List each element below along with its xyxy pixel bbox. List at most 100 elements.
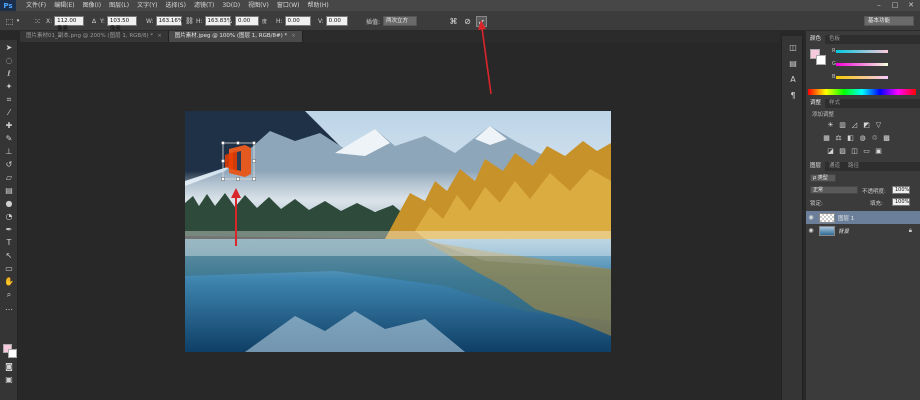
- tab-swatches[interactable]: 色板: [825, 35, 844, 44]
- maximize-button[interactable]: □: [890, 1, 900, 10]
- menu-file[interactable]: 文件(F): [22, 0, 50, 11]
- document-image[interactable]: [185, 111, 611, 352]
- relative-position-icon[interactable]: ∆: [90, 16, 98, 27]
- green-slider[interactable]: G: [832, 61, 914, 68]
- blend-mode-select[interactable]: 正常: [810, 186, 858, 194]
- invert-icon[interactable]: ◪: [826, 147, 835, 156]
- path-selection-tool-icon[interactable]: ↖: [3, 250, 15, 262]
- reference-point-locator[interactable]: ⁙: [32, 15, 43, 27]
- move-tool-icon[interactable]: ➤: [3, 42, 15, 54]
- tab-document-1[interactable]: 图片素材01_副本.png @ 200% (图层 1, RGB/8) * ×: [20, 31, 169, 42]
- tab-channels[interactable]: 通道: [825, 162, 844, 171]
- tool-preset-picker[interactable]: ⬚ ▾: [4, 15, 21, 27]
- vibrance-icon[interactable]: ▽: [874, 121, 883, 130]
- hue-saturation-icon[interactable]: ▦: [822, 134, 831, 143]
- tab-layers[interactable]: 图层: [806, 162, 826, 171]
- color-balance-icon[interactable]: ⚖: [834, 134, 843, 143]
- fill-field[interactable]: 100%: [892, 198, 910, 206]
- curves-icon[interactable]: ◿: [850, 121, 859, 130]
- clone-stamp-tool-icon[interactable]: ⊥: [3, 146, 15, 158]
- selective-color-icon[interactable]: ▣: [874, 147, 883, 156]
- panel-background-swatch[interactable]: [816, 55, 826, 65]
- exposure-icon[interactable]: ◩: [862, 121, 871, 130]
- x-field[interactable]: 112.00 像素: [54, 16, 85, 32]
- link-icon[interactable]: ⛓: [184, 16, 195, 27]
- layer-row[interactable]: ◉ 背景 🔒︎: [806, 224, 920, 237]
- menu-view[interactable]: 视图(V): [244, 0, 273, 11]
- history-brush-tool-icon[interactable]: ↺: [3, 159, 15, 171]
- blur-tool-icon[interactable]: ●: [3, 198, 15, 210]
- gradient-tool-icon[interactable]: ▤: [3, 185, 15, 197]
- background-color-swatch[interactable]: [8, 349, 17, 358]
- color-spectrum[interactable]: [808, 89, 916, 95]
- eye-icon[interactable]: ◉: [806, 227, 816, 234]
- posterize-icon[interactable]: ▨: [838, 147, 847, 156]
- color-lookup-icon[interactable]: ▩: [882, 134, 891, 143]
- collapsed-panel-dock: ◫ ▤ A ¶: [781, 36, 803, 400]
- gradient-map-icon[interactable]: ▭: [862, 147, 871, 156]
- tab-color[interactable]: 颜色: [806, 35, 826, 44]
- red-slider[interactable]: R: [832, 48, 914, 55]
- menu-type[interactable]: 文字(Y): [133, 0, 161, 11]
- menu-window[interactable]: 窗口(W): [273, 0, 304, 11]
- y-field[interactable]: 103.50 像素: [106, 16, 137, 32]
- more-tools-icon[interactable]: …: [3, 302, 15, 314]
- angle-field[interactable]: 0.00: [235, 16, 260, 26]
- opacity-field[interactable]: 100%: [892, 186, 910, 194]
- layer-row[interactable]: ◉ 图层 1: [806, 211, 920, 224]
- menu-image[interactable]: 图像(I): [79, 0, 105, 11]
- lasso-tool-icon[interactable]: ℓ: [3, 68, 15, 80]
- color-swatches[interactable]: [3, 344, 17, 358]
- hskew-field[interactable]: 0.00: [284, 16, 311, 26]
- menu-filter[interactable]: 滤镜(T): [190, 0, 218, 11]
- w-field[interactable]: 163.16%: [155, 16, 183, 26]
- vskew-field[interactable]: 0.00: [325, 16, 348, 26]
- eraser-tool-icon[interactable]: ▱: [3, 172, 15, 184]
- menu-edit[interactable]: 编辑(E): [50, 0, 78, 11]
- dodge-tool-icon[interactable]: ◔: [3, 211, 15, 223]
- paragraph-panel-icon[interactable]: ¶: [787, 90, 799, 102]
- cancel-transform-icon[interactable]: ⊘: [462, 16, 473, 27]
- threshold-icon[interactable]: ◫: [850, 147, 859, 156]
- workspace-select[interactable]: 基本功能: [864, 16, 914, 26]
- interpolation-select[interactable]: 两次立方: [383, 16, 418, 26]
- healing-brush-tool-icon[interactable]: ✚: [3, 120, 15, 132]
- tab-styles[interactable]: 样式: [825, 99, 844, 108]
- tab-adjustments[interactable]: 调整: [806, 99, 826, 108]
- tab-document-2[interactable]: 图片素材.jpeg @ 100% (图层 1, RGB/8#) * ×: [168, 31, 303, 42]
- tab-close-icon[interactable]: ×: [157, 33, 162, 39]
- screen-mode-icon[interactable]: ▣: [3, 374, 15, 386]
- pen-tool-icon[interactable]: ✒: [3, 224, 15, 236]
- type-tool-icon[interactable]: T: [3, 237, 15, 249]
- magic-wand-tool-icon[interactable]: ✦: [3, 81, 15, 93]
- h-field[interactable]: 163.83%: [204, 16, 232, 26]
- hand-tool-icon[interactable]: ✋: [3, 276, 15, 288]
- warp-mode-icon[interactable]: ⌘: [448, 16, 459, 27]
- menu-3d[interactable]: 3D(D): [218, 0, 244, 11]
- tab-close-icon[interactable]: ×: [291, 33, 296, 39]
- black-white-icon[interactable]: ◧: [846, 134, 855, 143]
- quick-mask-icon[interactable]: ◙: [3, 361, 15, 373]
- menu-layer[interactable]: 图层(L): [105, 0, 133, 11]
- menu-help[interactable]: 帮助(H): [304, 0, 333, 11]
- eyedropper-tool-icon[interactable]: ⁄: [3, 107, 15, 119]
- crop-tool-icon[interactable]: ⌗: [3, 94, 15, 106]
- brightness-icon[interactable]: ☀: [826, 121, 835, 130]
- eye-icon[interactable]: ◉: [806, 214, 816, 221]
- photo-filter-icon[interactable]: ◍: [858, 134, 867, 143]
- properties-panel-icon[interactable]: ▤: [787, 58, 799, 70]
- levels-icon[interactable]: ▥: [838, 121, 847, 130]
- close-button[interactable]: ✕: [906, 1, 916, 10]
- brush-tool-icon[interactable]: ✎: [3, 133, 15, 145]
- blue-slider[interactable]: B: [832, 74, 914, 81]
- character-panel-icon[interactable]: A: [787, 74, 799, 86]
- channel-mixer-icon[interactable]: ♲: [870, 134, 879, 143]
- shape-tool-icon[interactable]: ▭: [3, 263, 15, 275]
- menu-select[interactable]: 选择(S): [161, 0, 190, 11]
- tab-paths[interactable]: 路径: [844, 162, 863, 171]
- history-panel-icon[interactable]: ◫: [787, 42, 799, 54]
- marquee-tool-icon[interactable]: ◌: [3, 55, 15, 67]
- layer-kind-filter[interactable]: ρ 类型: [810, 174, 836, 182]
- zoom-tool-icon[interactable]: ⌕: [3, 289, 15, 301]
- minimize-button[interactable]: –: [874, 1, 884, 10]
